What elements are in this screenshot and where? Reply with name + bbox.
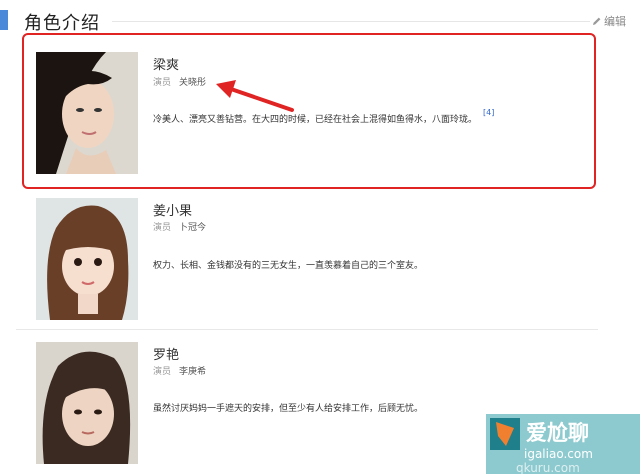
role-photo[interactable] <box>36 342 138 464</box>
pencil-icon <box>593 17 601 25</box>
role-name[interactable]: 姜小果 <box>153 200 192 219</box>
role-meta: 演员 李庚希 <box>153 364 206 377</box>
annotation-arrow-icon <box>216 80 294 112</box>
role-label: 演员 <box>153 367 172 377</box>
section-accent-bar <box>0 10 8 30</box>
highlight-box <box>22 33 596 189</box>
role-item: 姜小果 演员 卜冠今 权力、长相、金钱都没有的三无女生，一直羡慕着自己的三个室友。 <box>20 198 620 320</box>
role-divider <box>16 329 598 330</box>
title-divider <box>112 21 590 22</box>
role-name[interactable]: 罗艳 <box>153 344 179 363</box>
edit-button[interactable]: 编辑 <box>592 13 626 29</box>
watermark-url: igaliao.com <box>524 447 593 461</box>
actor-link[interactable]: 卜冠今 <box>179 223 206 233</box>
role-meta: 演员 卜冠今 <box>153 220 206 233</box>
watermark-brand: 爱尬聊 <box>526 421 589 445</box>
watermark-sub: qkuru.com <box>516 461 580 474</box>
edit-label: 编辑 <box>604 15 626 28</box>
watermark: 爱尬聊 igaliao.com qkuru.com <box>486 406 640 474</box>
actor-link[interactable]: 李庚希 <box>179 367 206 377</box>
role-photo[interactable] <box>36 198 138 320</box>
role-description: 权力、长相、金钱都没有的三无女生，一直羡慕着自己的三个室友。 <box>153 261 424 271</box>
role-description: 虽然讨厌妈妈一手遮天的安排，但至少有人给安排工作，后顾无忧。 <box>153 404 424 414</box>
section-title: 角色介绍 <box>24 13 100 34</box>
role-label: 演员 <box>153 223 172 233</box>
